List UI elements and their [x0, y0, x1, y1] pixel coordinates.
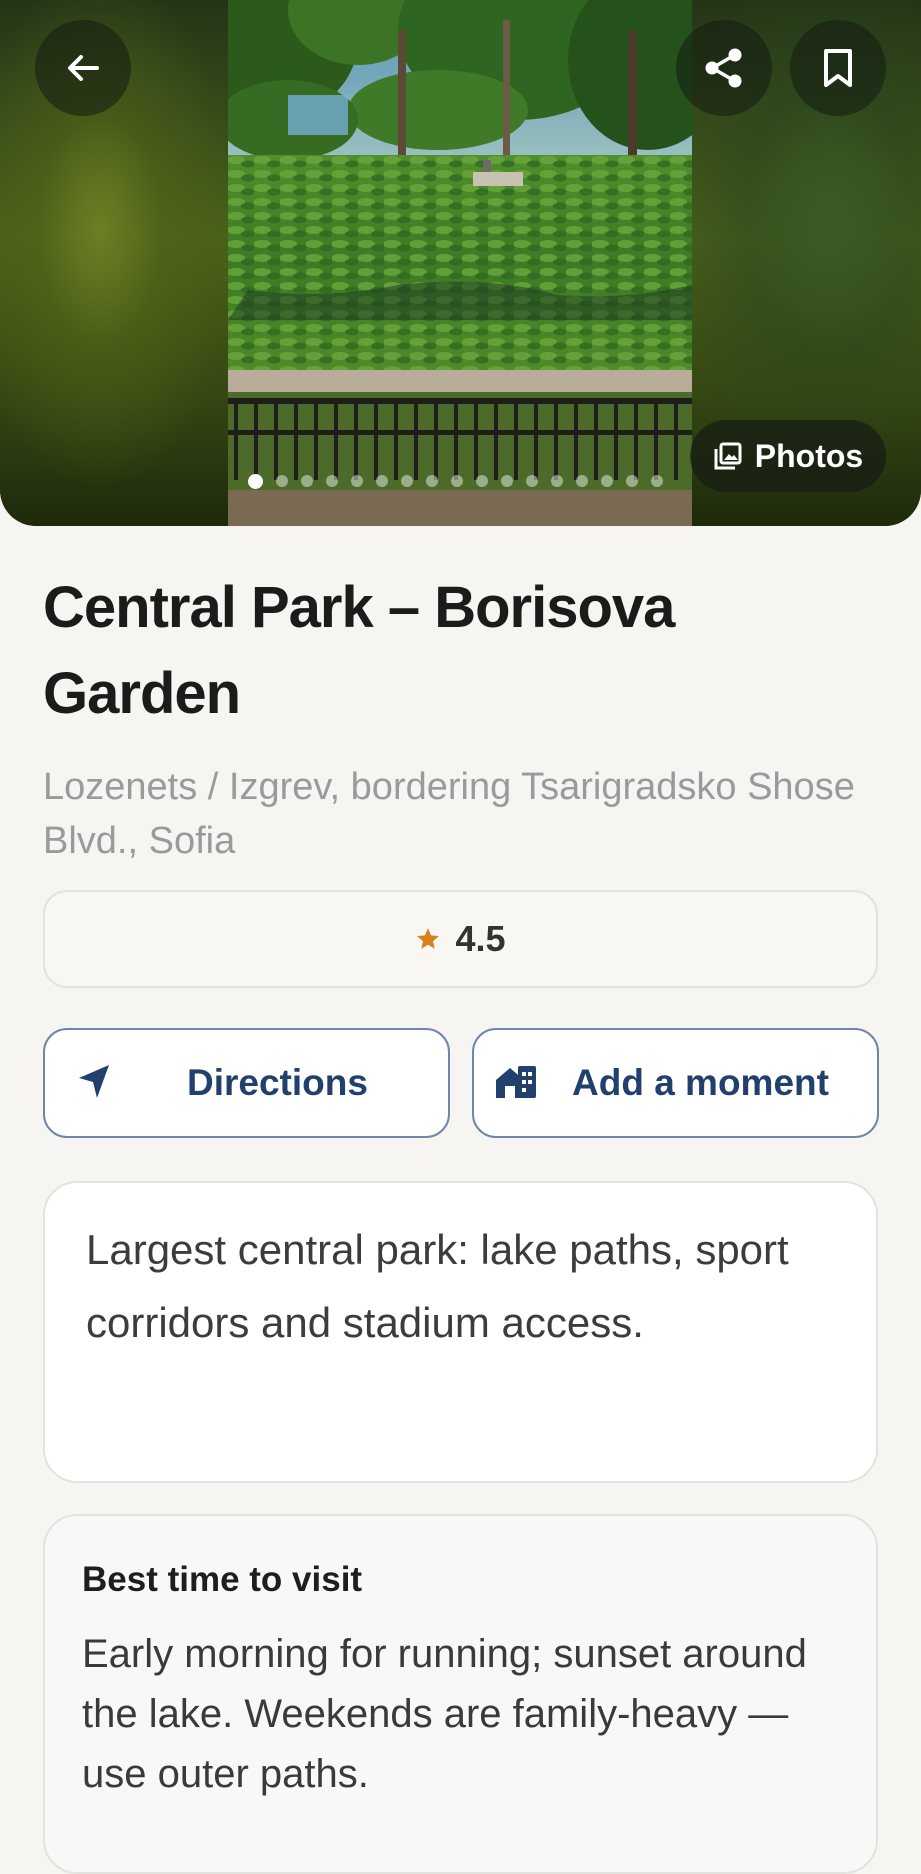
pagination-dot[interactable] — [426, 475, 438, 487]
place-title: Central Park – Borisova Garden — [43, 575, 675, 726]
hero-photo[interactable] — [228, 0, 692, 526]
bookmark-icon — [824, 49, 852, 87]
directions-label: Directions — [187, 1062, 368, 1103]
pagination-dot[interactable] — [651, 475, 663, 487]
pagination-dot[interactable] — [376, 475, 388, 487]
bookmark-button[interactable] — [790, 20, 886, 116]
add-moment-label: Add a moment — [572, 1062, 829, 1103]
pagination-dot[interactable] — [451, 475, 463, 487]
add-home-icon — [496, 1066, 536, 1098]
pagination-dot[interactable] — [526, 475, 538, 487]
pagination-dot[interactable] — [248, 473, 263, 489]
description-card: Largest central park: lake paths, sport … — [43, 1181, 878, 1483]
pagination-dot[interactable] — [476, 475, 488, 487]
pagination-dot[interactable] — [401, 475, 413, 487]
pagination-dot[interactable] — [276, 475, 288, 487]
navigation-arrow-icon — [79, 1065, 109, 1098]
best-time-heading: Best time to visit — [82, 1560, 363, 1599]
add-moment-button[interactable]: Add a moment — [472, 1028, 879, 1138]
share-button[interactable] — [676, 20, 772, 116]
star-icon — [417, 928, 440, 949]
directions-button[interactable]: Directions — [43, 1028, 450, 1138]
place-address: Lozenets / Izgrev, bordering Tsarigradsk… — [43, 766, 855, 862]
arrow-left-icon — [68, 55, 99, 81]
description-text: Largest central park: lake paths, sport … — [86, 1226, 789, 1346]
hero-gallery[interactable]: Photos — [0, 0, 921, 526]
share-icon — [705, 48, 742, 88]
best-time-text: Early morning for running; sunset around… — [82, 1632, 807, 1796]
rating-value: 4.5 — [455, 918, 506, 959]
gallery-icon — [714, 442, 742, 470]
pagination-dot[interactable] — [576, 475, 588, 487]
pagination-dot[interactable] — [326, 475, 338, 487]
photo-pagination-dots — [248, 472, 663, 490]
best-time-card: Best time to visit Early morning for run… — [43, 1514, 878, 1874]
pagination-dot[interactable] — [551, 475, 563, 487]
rating-card[interactable]: 4.5 — [43, 890, 878, 988]
back-button[interactable] — [35, 20, 131, 116]
pagination-dot[interactable] — [501, 475, 513, 487]
photos-label: Photos — [754, 437, 864, 474]
pagination-dot[interactable] — [626, 475, 638, 487]
pagination-dot[interactable] — [351, 475, 363, 487]
park-lake-photo — [228, 0, 692, 526]
pagination-dot[interactable] — [301, 475, 313, 487]
pagination-dot[interactable] — [601, 475, 613, 487]
photos-button[interactable]: Photos — [690, 420, 886, 492]
